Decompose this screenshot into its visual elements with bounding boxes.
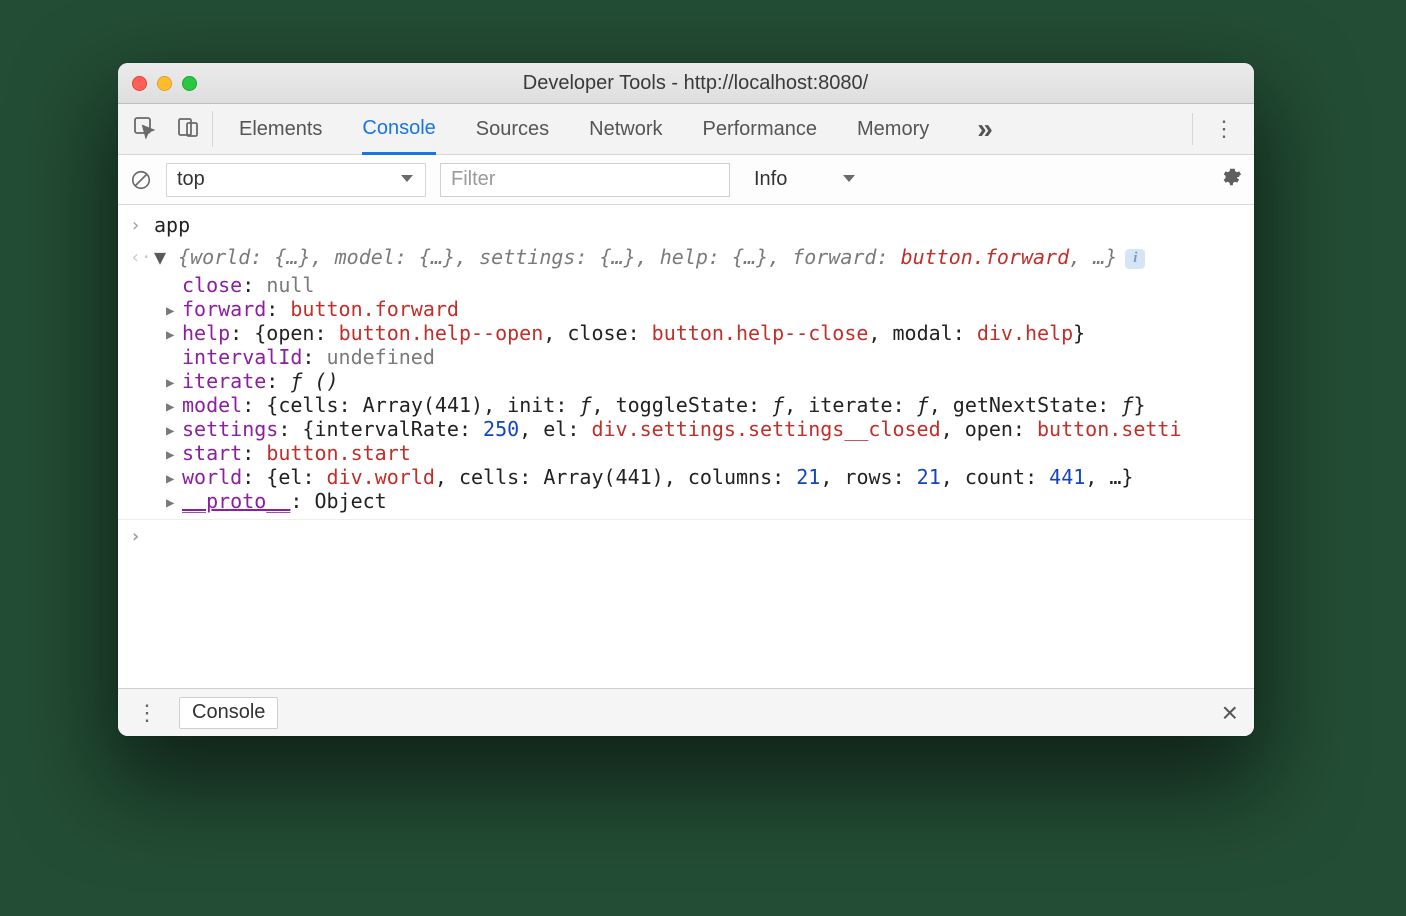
- minimize-window-icon[interactable]: [157, 76, 172, 91]
- console-result-row[interactable]: ‹· ▼ {world: {…}, model: {…}, settings: …: [118, 241, 1254, 273]
- log-level-select[interactable]: Info: [744, 163, 904, 197]
- console-input-text: app: [154, 213, 190, 237]
- tab-sources[interactable]: Sources: [476, 104, 549, 154]
- console-output: › app ‹· ▼ {world: {…}, model: {…}, sett…: [118, 205, 1254, 688]
- prop-world[interactable]: ▶world: {el: div.world, cells: Array(441…: [118, 465, 1254, 489]
- traffic-lights: [132, 76, 197, 91]
- prop-start[interactable]: ▶start: button.start: [118, 441, 1254, 465]
- tab-network[interactable]: Network: [589, 104, 662, 154]
- titlebar: Developer Tools - http://localhost:8080/: [118, 63, 1254, 104]
- chevron-down-icon: [841, 168, 857, 191]
- execution-context-value: top: [177, 168, 205, 191]
- prop-close[interactable]: close: null: [118, 273, 1254, 297]
- console-input-row[interactable]: › app: [118, 209, 1254, 241]
- panel-tabs: Elements Console Sources Network Perform…: [118, 104, 1254, 155]
- zoom-window-icon[interactable]: [182, 76, 197, 91]
- console-prompt[interactable]: ›: [118, 519, 1254, 552]
- inspect-element-icon[interactable]: [132, 115, 156, 144]
- close-drawer-icon[interactable]: ×: [1216, 697, 1244, 729]
- drawer-footer: ⋮ Console ×: [118, 688, 1254, 736]
- execution-context-select[interactable]: top: [166, 163, 426, 197]
- prop-forward[interactable]: ▶forward: button.forward: [118, 297, 1254, 321]
- console-result-summary: ▼ {world: {…}, model: {…}, settings: {…}…: [154, 245, 1145, 269]
- tab-memory[interactable]: Memory: [857, 104, 929, 154]
- tab-elements[interactable]: Elements: [239, 104, 322, 154]
- drawer-menu-icon[interactable]: ⋮: [128, 700, 167, 726]
- tab-performance[interactable]: Performance: [703, 104, 818, 154]
- close-window-icon[interactable]: [132, 76, 147, 91]
- tabs-overflow-icon[interactable]: »: [977, 113, 993, 145]
- result-icon: ‹·: [130, 245, 154, 268]
- prop-model[interactable]: ▶model: {cells: Array(441), init: ƒ, tog…: [118, 393, 1254, 417]
- devtools-window: Developer Tools - http://localhost:8080/…: [118, 63, 1254, 736]
- clear-console-icon[interactable]: [130, 169, 152, 191]
- info-badge-icon[interactable]: i: [1125, 249, 1145, 269]
- prop-help[interactable]: ▶help: {open: button.help--open, close: …: [118, 321, 1254, 345]
- prop-settings[interactable]: ▶settings: {intervalRate: 250, el: div.s…: [118, 417, 1254, 441]
- prop-iterate[interactable]: ▶iterate: ƒ (): [118, 369, 1254, 393]
- chevron-down-icon: [399, 168, 415, 191]
- devtools-menu-icon[interactable]: ⋮: [1205, 116, 1244, 142]
- drawer-tab-console[interactable]: Console: [179, 697, 278, 729]
- console-toolbar: top Info: [118, 155, 1254, 205]
- log-level-value: Info: [754, 168, 787, 191]
- window-title: Developer Tools - http://localhost:8080/: [197, 72, 1254, 95]
- prompt-icon: ›: [130, 524, 154, 547]
- prompt-icon: ›: [130, 213, 154, 236]
- prop-intervalId[interactable]: intervalId: undefined: [118, 345, 1254, 369]
- console-settings-icon[interactable]: [1220, 166, 1242, 193]
- device-toolbar-icon[interactable]: [176, 115, 200, 144]
- console-filter-input[interactable]: [440, 163, 730, 197]
- prop-proto[interactable]: ▶__proto__: Object: [118, 489, 1254, 513]
- tab-console[interactable]: Console: [362, 105, 435, 155]
